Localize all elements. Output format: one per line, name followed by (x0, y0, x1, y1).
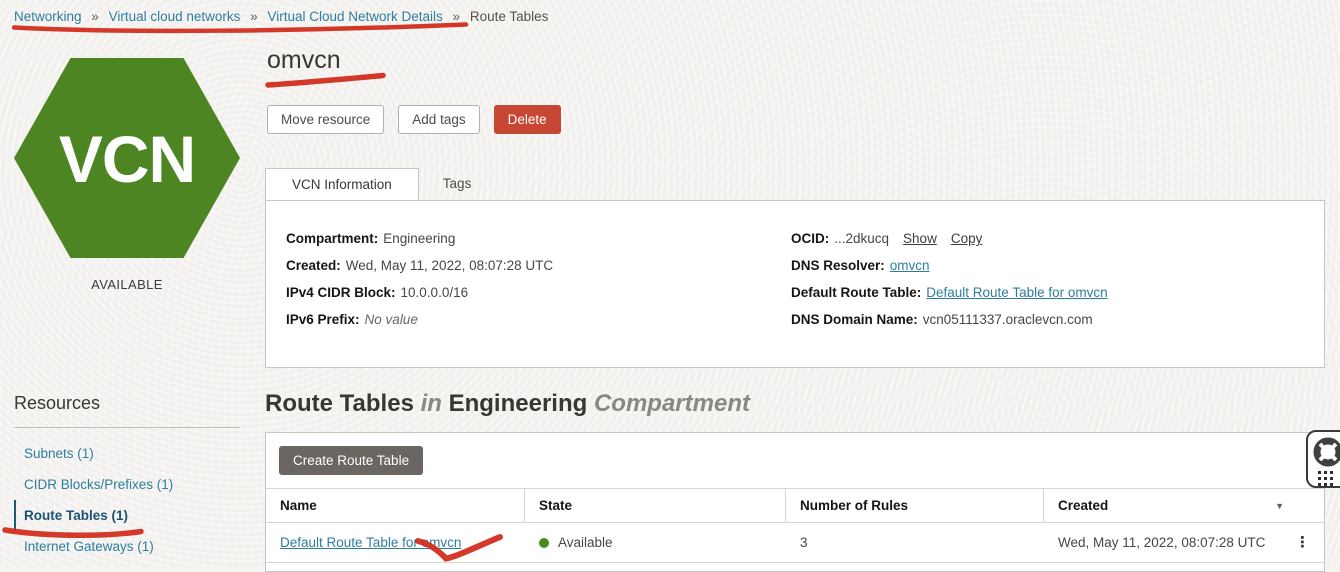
ocid-show-link[interactable]: Show (903, 231, 937, 246)
page-title: omvcn (267, 46, 341, 75)
state-value: Available (558, 535, 613, 550)
vcn-information-panel: Compartment: Engineering Created: Wed, May… (265, 200, 1325, 368)
table-row: Default Route Table for omvcn Available … (266, 523, 1324, 563)
info-label: DNS Domain Name: (791, 312, 918, 327)
info-label: Created: (286, 258, 341, 273)
sort-descending-icon[interactable]: ▼ (1275, 501, 1284, 511)
column-header-state[interactable]: State (525, 489, 786, 522)
sidebar-item-cidr-blocks[interactable]: CIDR Blocks/Prefixes (1) (14, 469, 240, 500)
life-ring-icon[interactable] (1312, 436, 1340, 468)
breadcrumb-separator: » (250, 9, 258, 24)
info-label: DNS Resolver: (791, 258, 885, 273)
info-ocid: OCID: ...2dkucq Show Copy (791, 225, 1108, 252)
column-header-name[interactable]: Name (266, 489, 525, 522)
breadcrumb-vcn-details[interactable]: Virtual Cloud Network Details (267, 9, 442, 24)
status-badge: AVAILABLE (14, 277, 240, 292)
info-label: Default Route Table: (791, 285, 921, 300)
section-title-in: in (421, 390, 442, 417)
sidebar-item-label: Route Tables (1) (24, 508, 128, 523)
annotation-breadcrumb-underline (14, 25, 466, 31)
sidebar-item-label: Subnets (1) (24, 446, 94, 461)
info-label: IPv4 CIDR Block: (286, 285, 396, 300)
detail-tabs: VCN Information Tags (265, 168, 495, 200)
info-value: No value (365, 312, 418, 327)
created-value: Wed, May 11, 2022, 08:07:28 UTC (1058, 535, 1265, 550)
create-route-table-button[interactable]: Create Route Table (279, 446, 423, 475)
resources-heading: Resources (14, 393, 240, 414)
table-header-row: Name State Number of Rules Created ▼ (266, 488, 1324, 523)
info-label: Compartment: (286, 231, 378, 246)
info-created: Created: Wed, May 11, 2022, 08:07:28 UTC (286, 252, 553, 279)
breadcrumb-virtual-cloud-networks[interactable]: Virtual cloud networks (109, 9, 241, 24)
route-table-link[interactable]: Default Route Table for omvcn (280, 535, 461, 550)
annotation-title-underline (268, 76, 383, 86)
action-buttons: Move resource Add tags Delete (267, 105, 561, 134)
sidebar-item-subnets[interactable]: Subnets (1) (14, 438, 240, 469)
sidebar-item-route-tables[interactable]: Route Tables (1) (14, 500, 240, 531)
info-dns-resolver: DNS Resolver: omvcn (791, 252, 1108, 279)
info-ipv4-cidr: IPv4 CIDR Block: 10.0.0.0/16 (286, 279, 553, 306)
floating-helper-widget (1306, 430, 1340, 488)
default-route-table-link[interactable]: Default Route Table for omvcn (926, 285, 1107, 300)
info-value: Wed, May 11, 2022, 08:07:28 UTC (346, 258, 553, 273)
info-value: vcn05111337.oraclevcn.com (923, 312, 1093, 327)
info-label: OCID: (791, 231, 829, 246)
apps-grid-icon[interactable] (1318, 471, 1333, 486)
ocid-copy-link[interactable]: Copy (951, 231, 983, 246)
sidebar-item-internet-gateways[interactable]: Internet Gateways (1) (14, 531, 240, 562)
vcn-hexagon-icon: VCN (14, 58, 240, 261)
info-label: IPv6 Prefix: (286, 312, 360, 327)
info-value: Engineering (383, 231, 455, 246)
info-dns-domain: DNS Domain Name: vcn05111337.oraclevcn.co… (791, 306, 1108, 333)
column-header-label: Created (1058, 498, 1108, 513)
info-default-route-table: Default Route Table: Default Route Table … (791, 279, 1108, 306)
resources-sidebar: Resources Subnets (1) CIDR Blocks/Prefix… (14, 393, 240, 562)
section-title-suffix: Compartment (594, 390, 750, 417)
column-header-created[interactable]: Created ▼ (1044, 489, 1324, 522)
rules-count: 3 (800, 535, 808, 550)
ocid-value: ...2dkucq (834, 231, 889, 246)
dns-resolver-link[interactable]: omvcn (890, 258, 930, 273)
vcn-icon-label: VCN (59, 122, 195, 196)
breadcrumb-separator: » (453, 9, 461, 24)
delete-button[interactable]: Delete (494, 105, 561, 134)
info-compartment: Compartment: Engineering (286, 225, 553, 252)
kebab-menu-icon[interactable]: ⋮ (1295, 535, 1310, 550)
add-tags-button[interactable]: Add tags (398, 105, 479, 134)
breadcrumb: Networking » Virtual cloud networks » Vi… (14, 9, 548, 24)
sidebar-item-label: Internet Gateways (1) (24, 539, 154, 554)
tab-vcn-information[interactable]: VCN Information (265, 168, 419, 200)
section-title: Route Tables in Engineering Compartment (265, 390, 750, 418)
info-ipv6-prefix: IPv6 Prefix: No value (286, 306, 553, 333)
tab-tags[interactable]: Tags (419, 168, 496, 200)
breadcrumb-route-tables: Route Tables (470, 9, 549, 24)
section-title-main: Route Tables (265, 390, 414, 417)
route-tables-card: Create Route Table Name State Number of … (265, 432, 1325, 572)
sidebar-divider (14, 427, 240, 428)
breadcrumb-networking[interactable]: Networking (14, 9, 82, 24)
breadcrumb-separator: » (91, 9, 99, 24)
info-value: 10.0.0.0/16 (401, 285, 469, 300)
column-header-rules[interactable]: Number of Rules (786, 489, 1044, 522)
available-status-icon (539, 538, 549, 548)
move-resource-button[interactable]: Move resource (267, 105, 384, 134)
sidebar-item-label: CIDR Blocks/Prefixes (1) (24, 477, 173, 492)
section-title-compartment: Engineering (449, 390, 588, 417)
